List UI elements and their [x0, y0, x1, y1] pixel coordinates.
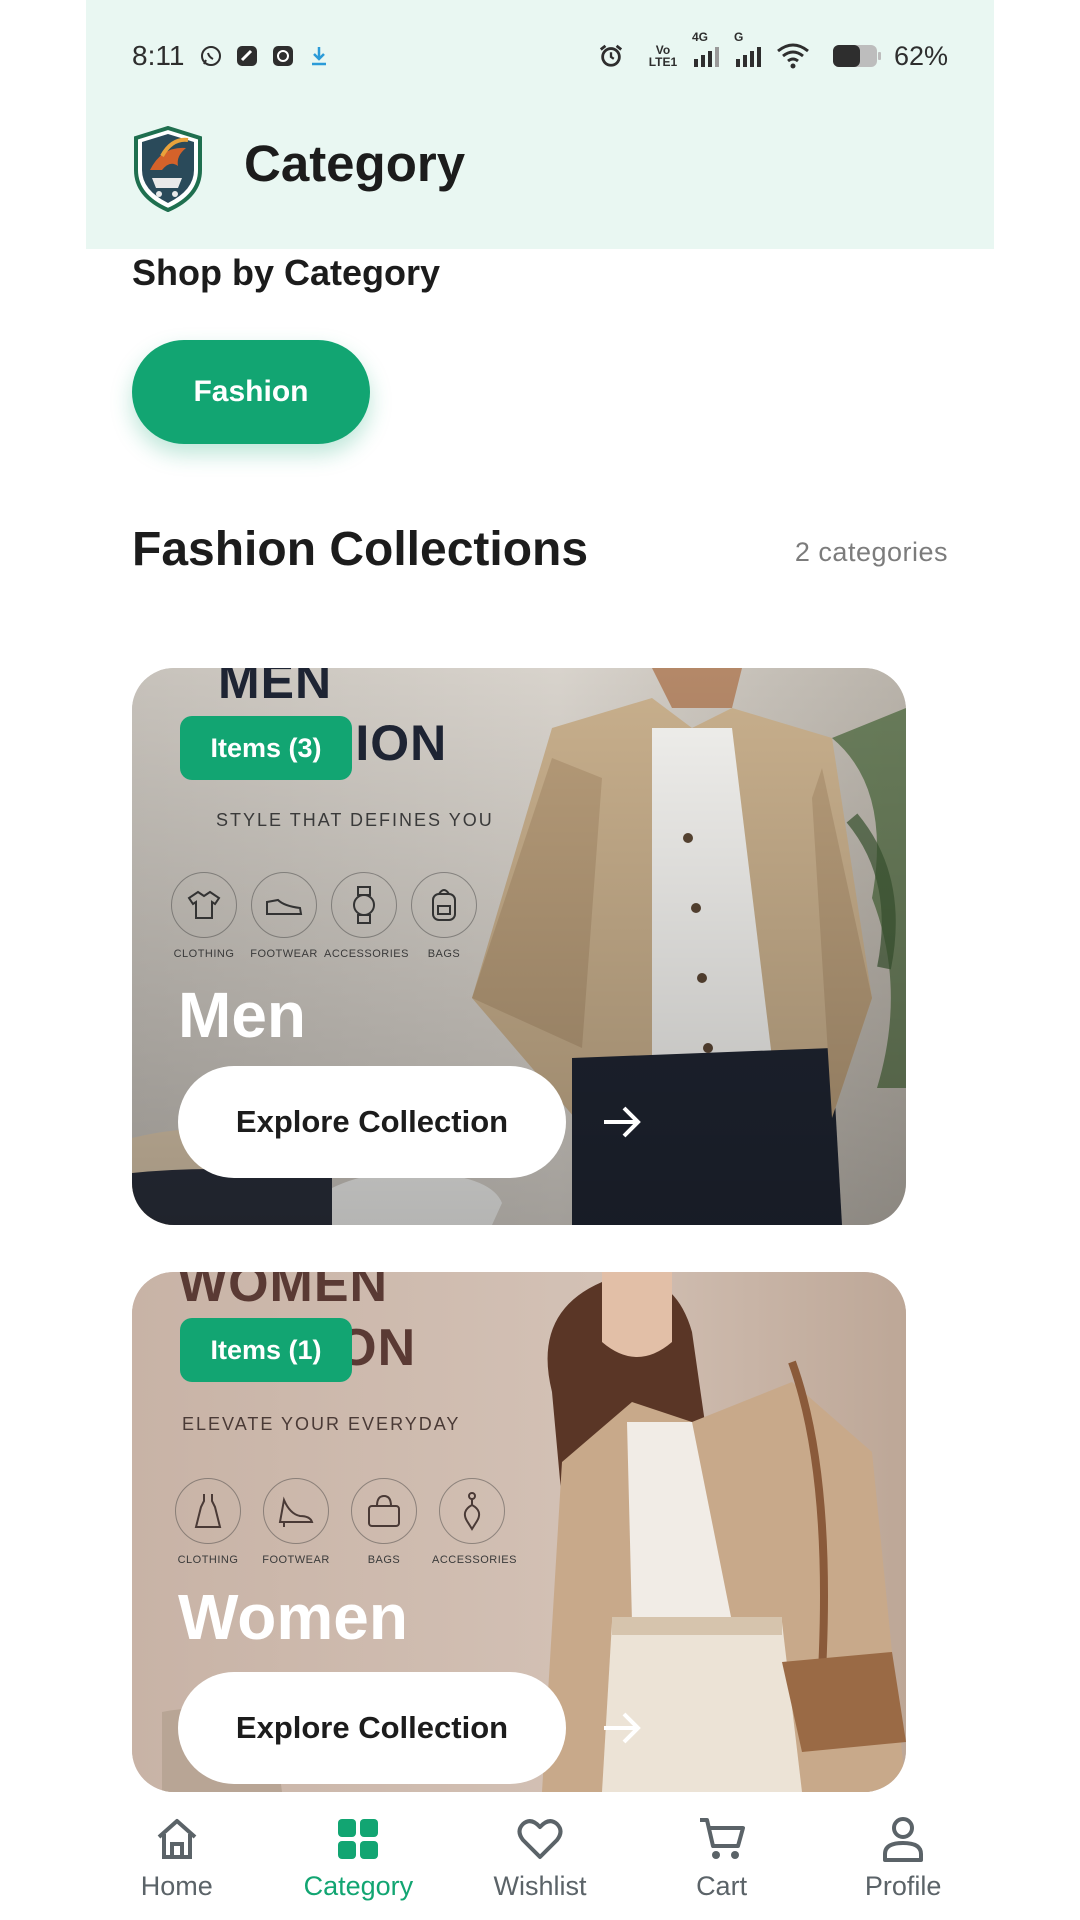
arrow-right-icon[interactable]	[600, 1100, 644, 1144]
watch-icon	[331, 872, 397, 938]
women-feature-accessories: ACCESSORIES	[432, 1478, 517, 1566]
signal-4g-icon: 4G	[692, 31, 722, 67]
camera-app-icon	[270, 43, 296, 69]
men-feature-clothing: CLOTHING	[164, 872, 244, 960]
women-explore-button[interactable]: Explore Collection	[178, 1672, 566, 1784]
nav-label: Cart	[696, 1871, 748, 1901]
women-tagline: ELEVATE YOUR EVERYDAY	[182, 1414, 461, 1434]
battery-percent: 62%	[893, 40, 948, 71]
status-time: 8:11	[132, 40, 185, 71]
feature-label: CLOTHING	[177, 1554, 239, 1566]
network-type-4g: 4G	[691, 30, 708, 44]
left-margin	[0, 0, 86, 1920]
cart-icon	[698, 1815, 746, 1863]
battery-icon	[832, 43, 882, 69]
feature-label: FOOTWEAR	[250, 948, 318, 960]
nav-category[interactable]: Category	[268, 1793, 448, 1920]
shoe-icon	[251, 872, 317, 938]
men-collection-name: Men	[178, 979, 306, 1051]
collection-card-women[interactable]: WOMEN FASHION Items (1) ELEVATE YOUR EVE…	[132, 1272, 906, 1792]
categories-count: 2 categories	[794, 537, 948, 567]
nav-label: Wishlist	[493, 1871, 587, 1901]
nav-home[interactable]: Home	[87, 1793, 267, 1920]
heel-icon	[263, 1478, 329, 1544]
nav-cart[interactable]: Cart	[632, 1793, 812, 1920]
women-feature-clothing: CLOTHING	[168, 1478, 248, 1566]
dress-icon	[175, 1478, 241, 1544]
category-chip-fashion[interactable]: Fashion	[132, 340, 370, 444]
earring-icon	[439, 1478, 505, 1544]
shirt-icon	[171, 872, 237, 938]
nav-profile[interactable]: Profile	[813, 1793, 993, 1920]
signal-g-icon: G	[734, 31, 764, 67]
feature-label: CLOTHING	[173, 948, 235, 960]
women-collection-name: Women	[178, 1581, 408, 1653]
network-type-g: G	[733, 30, 744, 44]
whatsapp-icon	[198, 43, 224, 69]
feature-label: ACCESSORIES	[432, 1554, 517, 1566]
app-icon	[234, 43, 260, 69]
feature-label: BAGS	[367, 1554, 401, 1566]
women-feature-bags: BAGS	[344, 1478, 424, 1566]
women-feature-footwear: FOOTWEAR	[256, 1478, 336, 1566]
home-icon	[153, 1815, 201, 1863]
heart-icon	[516, 1815, 564, 1863]
arrow-right-icon[interactable]	[600, 1706, 644, 1750]
volte-indicator: Vo LTE1	[648, 43, 678, 69]
status-bar: 8:11 Vo LTE1 4G G 62%	[132, 31, 948, 76]
nav-label: Category	[303, 1871, 414, 1901]
handbag-icon	[351, 1478, 417, 1544]
wifi-icon	[776, 43, 810, 69]
women-items-badge: Items (1)	[180, 1318, 352, 1382]
backpack-icon	[411, 872, 477, 938]
download-icon	[306, 43, 332, 69]
person-icon	[879, 1815, 927, 1863]
nav-label: Home	[140, 1871, 213, 1901]
nav-wishlist[interactable]: Wishlist	[450, 1793, 630, 1920]
feature-label: BAGS	[427, 948, 461, 960]
men-items-badge: Items (3)	[180, 716, 352, 780]
collections-heading: Fashion Collections	[132, 523, 589, 576]
men-tagline: STYLE THAT DEFINES YOU	[216, 810, 494, 830]
page-title: Category	[244, 135, 466, 192]
feature-label: FOOTWEAR	[262, 1554, 330, 1566]
alarm-icon	[598, 43, 624, 69]
collection-card-men[interactable]: MEN FASHION Items (3) STYLE THAT DEFINES…	[132, 668, 906, 1225]
right-margin	[994, 0, 1080, 1920]
shop-by-category-heading: Shop by Category	[132, 252, 441, 293]
grid-icon	[334, 1815, 382, 1863]
men-feature-footwear: FOOTWEAR	[244, 872, 324, 960]
men-explore-button[interactable]: Explore Collection	[178, 1066, 566, 1178]
app-logo[interactable]	[132, 125, 204, 213]
bottom-navigation: Home Category Wishlist Cart Profile	[86, 1793, 994, 1920]
feature-label: ACCESSORIES	[324, 948, 409, 960]
nav-label: Profile	[864, 1871, 942, 1901]
men-feature-accessories: ACCESSORIES	[324, 872, 409, 960]
men-feature-bags: BAGS	[404, 872, 484, 960]
